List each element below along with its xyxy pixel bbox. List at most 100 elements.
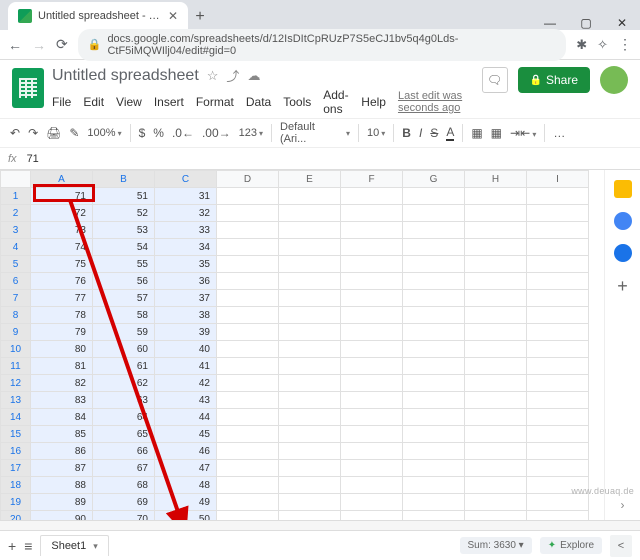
tasks-addon-icon[interactable] bbox=[614, 244, 632, 262]
row-header-14[interactable]: 14 bbox=[1, 409, 31, 426]
increase-decimal-icon[interactable]: .00→ bbox=[202, 126, 231, 140]
cell-F10[interactable] bbox=[341, 341, 403, 358]
cell-F9[interactable] bbox=[341, 324, 403, 341]
row-header-20[interactable]: 20 bbox=[1, 511, 31, 521]
cell-F2[interactable] bbox=[341, 205, 403, 222]
row-header-7[interactable]: 7 bbox=[1, 290, 31, 307]
cell-E12[interactable] bbox=[279, 375, 341, 392]
window-minimize-icon[interactable]: — bbox=[532, 10, 568, 30]
cell-G11[interactable] bbox=[403, 358, 465, 375]
menu-edit[interactable]: Edit bbox=[83, 95, 104, 109]
italic-icon[interactable]: I bbox=[419, 126, 422, 140]
row-header-18[interactable]: 18 bbox=[1, 477, 31, 494]
cell-H4[interactable] bbox=[465, 239, 527, 256]
cell-H7[interactable] bbox=[465, 290, 527, 307]
print-icon[interactable]: 🖨 bbox=[46, 126, 61, 140]
cell-I4[interactable] bbox=[527, 239, 589, 256]
keep-addon-icon[interactable] bbox=[614, 212, 632, 230]
cell-G7[interactable] bbox=[403, 290, 465, 307]
row-header-16[interactable]: 16 bbox=[1, 443, 31, 460]
menu-addons[interactable]: Add-ons bbox=[323, 88, 349, 116]
column-header-G[interactable]: G bbox=[403, 171, 465, 188]
cell-I16[interactable] bbox=[527, 443, 589, 460]
cell-G8[interactable] bbox=[403, 307, 465, 324]
document-title[interactable]: Untitled spreadsheet bbox=[52, 67, 199, 85]
sheets-logo-icon[interactable] bbox=[12, 68, 44, 108]
cell-F20[interactable] bbox=[341, 511, 403, 521]
cell-E1[interactable] bbox=[279, 188, 341, 205]
horizontal-scrollbar[interactable] bbox=[0, 520, 640, 530]
cell-I2[interactable] bbox=[527, 205, 589, 222]
cell-I14[interactable] bbox=[527, 409, 589, 426]
cell-E11[interactable] bbox=[279, 358, 341, 375]
row-header-3[interactable]: 3 bbox=[1, 222, 31, 239]
cell-E9[interactable] bbox=[279, 324, 341, 341]
cell-I7[interactable] bbox=[527, 290, 589, 307]
menu-format[interactable]: Format bbox=[196, 95, 234, 109]
cell-G2[interactable] bbox=[403, 205, 465, 222]
bookmark-icon[interactable]: ✧ bbox=[597, 37, 608, 53]
cell-H15[interactable] bbox=[465, 426, 527, 443]
cell-G15[interactable] bbox=[403, 426, 465, 443]
explore-button[interactable]: Explore bbox=[540, 537, 602, 554]
cell-H19[interactable] bbox=[465, 494, 527, 511]
cell-E2[interactable] bbox=[279, 205, 341, 222]
fill-color-icon[interactable]: ▦ bbox=[471, 126, 482, 140]
cell-G10[interactable] bbox=[403, 341, 465, 358]
cell-H9[interactable] bbox=[465, 324, 527, 341]
cell-F17[interactable] bbox=[341, 460, 403, 477]
row-header-13[interactable]: 13 bbox=[1, 392, 31, 409]
text-color-icon[interactable]: A bbox=[446, 125, 454, 141]
cell-F14[interactable] bbox=[341, 409, 403, 426]
cell-H16[interactable] bbox=[465, 443, 527, 460]
cell-G13[interactable] bbox=[403, 392, 465, 409]
add-sheet-button[interactable]: + bbox=[8, 538, 16, 554]
cell-E16[interactable] bbox=[279, 443, 341, 460]
reload-icon[interactable]: ⟳ bbox=[56, 36, 68, 53]
cell-G14[interactable] bbox=[403, 409, 465, 426]
cell-I1[interactable] bbox=[527, 188, 589, 205]
column-header-H[interactable]: H bbox=[465, 171, 527, 188]
row-header-17[interactable]: 17 bbox=[1, 460, 31, 477]
cell-F8[interactable] bbox=[341, 307, 403, 324]
borders-icon[interactable]: ▦ bbox=[491, 126, 502, 140]
cell-G18[interactable] bbox=[403, 477, 465, 494]
star-icon[interactable]: ☆ bbox=[207, 68, 219, 84]
cell-G1[interactable] bbox=[403, 188, 465, 205]
cell-I15[interactable] bbox=[527, 426, 589, 443]
more-formats-dropdown[interactable]: 123 bbox=[239, 127, 263, 139]
row-header-11[interactable]: 11 bbox=[1, 358, 31, 375]
menu-view[interactable]: View bbox=[116, 95, 142, 109]
cell-H10[interactable] bbox=[465, 341, 527, 358]
cell-E20[interactable] bbox=[279, 511, 341, 521]
cell-F16[interactable] bbox=[341, 443, 403, 460]
cell-F1[interactable] bbox=[341, 188, 403, 205]
window-close-icon[interactable]: ✕ bbox=[604, 10, 640, 30]
cell-I9[interactable] bbox=[527, 324, 589, 341]
toolbar-more-icon[interactable]: … bbox=[553, 126, 565, 140]
move-icon[interactable]: ⤴ bbox=[226, 66, 239, 85]
cell-F4[interactable] bbox=[341, 239, 403, 256]
cell-H8[interactable] bbox=[465, 307, 527, 324]
cell-E6[interactable] bbox=[279, 273, 341, 290]
cell-F12[interactable] bbox=[341, 375, 403, 392]
cell-H6[interactable] bbox=[465, 273, 527, 290]
decrease-decimal-icon[interactable]: .0← bbox=[172, 126, 194, 140]
cell-I10[interactable] bbox=[527, 341, 589, 358]
new-tab-button[interactable]: + bbox=[188, 8, 212, 30]
quicksum-pill[interactable]: Sum: 3630 ▾ bbox=[460, 537, 532, 554]
calendar-addon-icon[interactable] bbox=[614, 180, 632, 198]
row-header-2[interactable]: 2 bbox=[1, 205, 31, 222]
cell-I5[interactable] bbox=[527, 256, 589, 273]
cell-F5[interactable] bbox=[341, 256, 403, 273]
row-header-6[interactable]: 6 bbox=[1, 273, 31, 290]
cell-G6[interactable] bbox=[403, 273, 465, 290]
browser-menu-icon[interactable]: ⋮ bbox=[618, 36, 632, 53]
cell-E15[interactable] bbox=[279, 426, 341, 443]
cell-I17[interactable] bbox=[527, 460, 589, 477]
cell-E8[interactable] bbox=[279, 307, 341, 324]
merge-icon[interactable]: ⇥⇤ bbox=[510, 126, 536, 140]
cell-G19[interactable] bbox=[403, 494, 465, 511]
row-header-15[interactable]: 15 bbox=[1, 426, 31, 443]
cell-E7[interactable] bbox=[279, 290, 341, 307]
